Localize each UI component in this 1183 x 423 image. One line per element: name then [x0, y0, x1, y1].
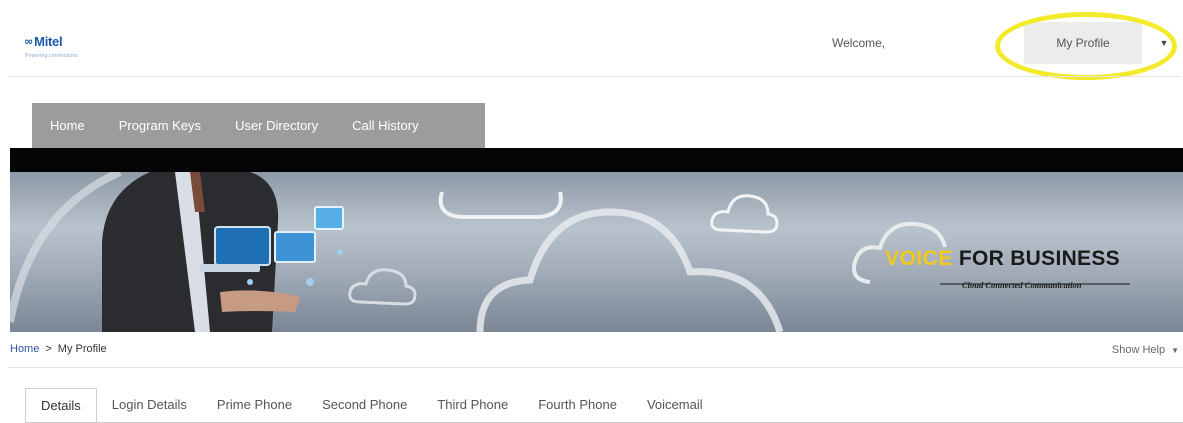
tab-voicemail[interactable]: Voicemail [632, 388, 718, 423]
show-help-toggle[interactable]: Show Help ▼ [1112, 344, 1179, 356]
tab-login-details[interactable]: Login Details [97, 388, 202, 423]
breadcrumb: Home > My Profile [10, 343, 107, 355]
mitel-logo[interactable]: ∞ Mitel [24, 34, 63, 49]
brand-tagline: Cloud Connected Communication [962, 280, 1082, 290]
breadcrumb-bar: Home > My Profile Show Help ▼ [8, 332, 1183, 368]
banner-top-bar [10, 148, 1183, 172]
nav-item-home[interactable]: Home [32, 118, 102, 133]
tab-second-phone[interactable]: Second Phone [307, 388, 422, 423]
nav-item-call-history[interactable]: Call History [335, 118, 435, 133]
tab-third-phone[interactable]: Third Phone [422, 388, 523, 423]
top-header: ∞ Mitel Powering connections Welcome, My… [0, 0, 1183, 80]
breadcrumb-separator: > [45, 343, 52, 355]
my-profile-button[interactable]: My Profile [1024, 22, 1142, 64]
infinity-icon: ∞ [24, 35, 33, 48]
tab-fourth-phone[interactable]: Fourth Phone [523, 388, 632, 423]
show-help-label: Show Help [1111, 344, 1166, 356]
breadcrumb-current: My Profile [57, 343, 107, 355]
voice-for-business-logo: VOICE FOR BUSINESS [885, 247, 1120, 271]
header-divider [8, 76, 1180, 77]
welcome-text: Welcome, [832, 36, 886, 50]
logo-tagline: Powering connections [25, 53, 78, 59]
nav-item-program-keys[interactable]: Program Keys [102, 118, 218, 133]
hero-banner: VOICE FOR BUSINESS Cloud Connected Commu… [10, 172, 1183, 332]
tab-details[interactable]: Details [25, 388, 97, 423]
chevron-down-icon[interactable]: ▼ [1150, 22, 1178, 64]
logo-text: Mitel [34, 34, 63, 49]
profile-tabs: Details Login Details Prime Phone Second… [25, 388, 718, 423]
breadcrumb-home-link[interactable]: Home [10, 343, 39, 355]
chevron-down-icon: ▼ [1171, 345, 1179, 355]
nav-item-user-directory[interactable]: User Directory [218, 118, 335, 133]
brand-highlight: VOICE [885, 247, 953, 270]
main-nav: Home Program Keys User Directory Call Hi… [32, 103, 485, 148]
brand-text: FOR BUSINESS [958, 247, 1120, 270]
tab-prime-phone[interactable]: Prime Phone [202, 388, 307, 423]
